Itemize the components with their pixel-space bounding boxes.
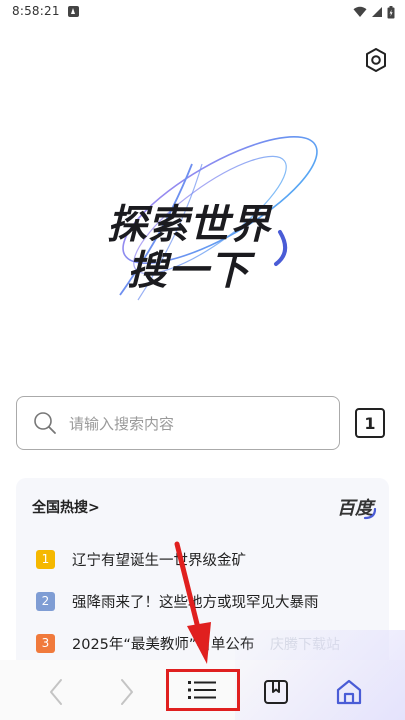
status-icons: [353, 5, 395, 19]
brand-arc-icon: [363, 508, 377, 520]
signal-icon: [372, 7, 382, 17]
hot-search-text: 强降雨来了！这些地方或现罕见大暴雨: [72, 594, 319, 611]
status-bar: 8:58:21: [0, 0, 405, 24]
back-icon: [50, 679, 62, 705]
rank-badge: 2: [36, 591, 55, 611]
hot-search-text: 2025年“最美教师”名单公布: [72, 636, 255, 653]
watermark-text: 庆腾下载站: [270, 637, 340, 653]
hot-search-item[interactable]: 1 辽宁有望诞生一世界级金矿: [36, 538, 376, 580]
search-input[interactable]: 请输入搜索内容: [16, 396, 340, 450]
back-button[interactable]: [42, 672, 70, 712]
battery-icon: [387, 5, 395, 18]
search-icon: [34, 412, 56, 434]
hot-search-title[interactable]: 全国热搜>: [32, 497, 100, 517]
browser-home-screen: 8:58:21 探索世界 搜一下 请输入搜索内容 1 全国热搜> 百度 1 辽宁…: [0, 0, 405, 720]
hot-search-item[interactable]: 2 强降雨来了！这些地方或现罕见大暴雨: [36, 580, 376, 622]
rank-badge: 3: [36, 633, 55, 653]
menu-icon: [188, 681, 216, 699]
notification-icon: [68, 6, 79, 17]
bookmark-icon: [264, 680, 288, 704]
hot-search-text: 辽宁有望诞生一世界级金矿: [72, 552, 246, 569]
status-time: 8:58:21: [12, 4, 60, 18]
forward-button[interactable]: [113, 672, 141, 712]
settings-button[interactable]: [362, 46, 390, 74]
search-placeholder: 请输入搜索内容: [69, 414, 175, 433]
home-button[interactable]: [334, 672, 364, 712]
forward-icon: [121, 679, 133, 705]
hero-title-line2: 搜一下: [127, 248, 250, 294]
tab-count-button[interactable]: 1: [355, 408, 385, 438]
rank-badge: 1: [36, 549, 55, 569]
bookmark-button[interactable]: [261, 672, 291, 712]
home-icon: [336, 679, 362, 705]
menu-button[interactable]: [166, 669, 240, 711]
wifi-icon: [353, 6, 367, 17]
hero-logo: 探索世界 搜一下: [80, 120, 330, 310]
settings-hexagon-icon: [366, 48, 386, 72]
